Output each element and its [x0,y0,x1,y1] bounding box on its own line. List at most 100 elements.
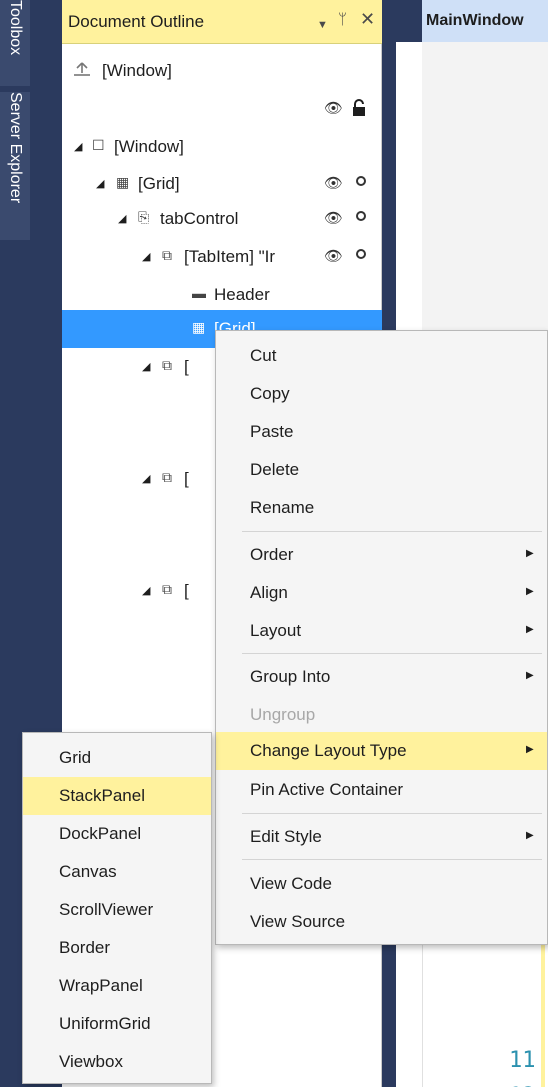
submenu-item-label: ScrollViewer [59,900,154,919]
outline-root-row[interactable]: [Window] [62,52,382,90]
eye-icon[interactable]: 👁 [324,99,343,117]
submenu-item-grid[interactable]: Grid [23,739,211,777]
menu-item-label: Cut [250,346,277,365]
submenu-item-label: DockPanel [59,824,142,843]
collapse-triangle-icon[interactable]: ◢ [74,140,82,153]
context-menu: Cut Copy Paste Delete Rename Order ▶ Alig… [215,330,548,945]
submenu-item-viewbox[interactable]: Viewbox [23,1043,211,1081]
menu-item-label: Paste [250,422,294,441]
document-outline-title: Document Outline [68,12,205,31]
submenu-item-dockpanel[interactable]: DockPanel [23,815,211,853]
document-outline-header: Document Outline ▼ ᛘ ✕ [62,0,382,44]
menu-item-view-code[interactable]: View Code [216,865,547,903]
submenu-item-label: WrapPanel [59,976,143,995]
pin-dot-icon[interactable] [356,211,366,221]
submenu-item-scrollviewer[interactable]: ScrollViewer [23,891,211,929]
toolbox-tab-label: Toolbox [7,0,24,56]
pin-dot-icon[interactable] [356,176,366,186]
submenu-item-label: Border [59,938,111,957]
menu-item-label: Align [250,583,288,602]
menu-item-group-into[interactable]: Group Into ▶ [216,658,547,696]
menu-item-change-layout-type[interactable]: Change Layout Type ▶ [216,732,547,770]
eye-icon[interactable]: 👁 [324,209,343,227]
menu-item-cut[interactable]: Cut [216,337,547,375]
menu-item-label: Edit Style [250,827,322,846]
tree-row-tabcontrol[interactable]: ◢ ⎘ tabControl 👁 [62,200,382,238]
menu-separator [242,653,542,654]
outline-visibility-row: 👁 [62,90,382,128]
submenu-arrow-icon: ▶ [526,670,534,681]
pin-dot-icon[interactable] [356,249,366,259]
menu-item-label: Rename [250,498,315,517]
collapse-triangle-icon[interactable]: ◢ [118,212,126,225]
menu-item-delete[interactable]: Delete [216,451,547,489]
property-icon: ▬ [192,285,206,301]
tree-row-window[interactable]: ◢ ☐ [Window] [62,128,382,166]
collapse-triangle-icon[interactable]: ◢ [142,472,150,485]
menu-item-edit-style[interactable]: Edit Style ▶ [216,818,547,856]
menu-item-pin-active-container[interactable]: Pin Active Container [216,771,547,809]
toolbox-tab[interactable]: Toolbox [0,0,30,86]
menu-item-label: View Source [250,912,346,931]
submenu-arrow-icon: ▶ [526,744,534,755]
server-explorer-tab[interactable]: Server Explorer [0,92,30,240]
tree-node-label: [ [184,357,189,376]
code-gutter: 10 11 12 [422,922,548,1087]
submenu-item-uniformgrid[interactable]: UniformGrid [23,1005,211,1043]
submenu-item-label: Viewbox [59,1052,123,1071]
tree-row-grid[interactable]: ◢ ▦ [Grid] 👁 [62,165,382,203]
menu-item-view-source[interactable]: View Source [216,903,547,941]
lock-icon[interactable] [352,99,366,120]
tree-node-label: [Grid] [138,174,180,193]
tab-item-icon: ⧉ [162,357,172,373]
server-explorer-tab-label: Server Explorer [7,92,24,204]
tab-item-icon: ⧉ [162,247,172,263]
window-icon: ☐ [92,137,105,153]
eye-icon[interactable]: 👁 [324,247,343,265]
editor-tab-label: MainWindow [426,12,524,29]
tree-row-header[interactable]: ▬ Header [62,276,382,314]
collapse-triangle-icon[interactable]: ◢ [142,250,150,263]
tree-node-label: Header [214,285,270,304]
panel-dropdown-icon[interactable]: ▼ [317,14,328,36]
collapse-triangle-icon[interactable]: ◢ [142,360,150,373]
menu-item-label: Copy [250,384,290,403]
submenu-item-wrappanel[interactable]: WrapPanel [23,967,211,1005]
menu-item-paste[interactable]: Paste [216,413,547,451]
tree-node-label: [Window] [114,137,184,156]
submenu-arrow-icon: ▶ [526,624,534,635]
change-layout-type-submenu: Grid StackPanel DockPanel Canvas ScrollV… [22,732,212,1084]
menu-separator [242,813,542,814]
close-icon[interactable]: ✕ [360,8,375,30]
menu-item-copy[interactable]: Copy [216,375,547,413]
tab-control-icon: ⎘ [138,209,150,225]
submenu-arrow-icon: ▶ [526,586,534,597]
menu-item-order[interactable]: Order ▶ [216,536,547,574]
menu-item-label: Layout [250,621,302,640]
menu-item-rename[interactable]: Rename [216,489,547,527]
menu-item-align[interactable]: Align ▶ [216,574,547,612]
line-number: 11 [509,1048,536,1073]
editor-tab-mainwindow[interactable]: MainWindow [422,0,548,42]
submenu-item-label: StackPanel [59,786,145,805]
submenu-arrow-icon: ▶ [526,830,534,841]
tree-node-label: [ [184,581,189,600]
submenu-arrow-icon: ▶ [526,548,534,559]
submenu-item-border[interactable]: Border [23,929,211,967]
tree-row-tabitem[interactable]: ◢ ⧉ [TabItem] "Ir 👁 [62,238,382,276]
menu-item-label: Delete [250,460,300,479]
grid-icon: ▦ [116,174,130,190]
submenu-item-label: UniformGrid [59,1014,151,1033]
menu-item-label: Change Layout Type [250,741,407,760]
submenu-item-canvas[interactable]: Canvas [23,853,211,891]
menu-item-label: Order [250,545,294,564]
tab-item-icon: ⧉ [162,469,172,485]
menu-item-layout[interactable]: Layout ▶ [216,612,547,650]
collapse-triangle-icon[interactable]: ◢ [142,584,150,597]
pin-icon[interactable]: ᛘ [338,9,347,31]
scope-up-icon[interactable] [72,61,92,80]
collapse-triangle-icon[interactable]: ◢ [96,177,104,190]
submenu-item-stackpanel[interactable]: StackPanel [23,777,211,815]
menu-item-label: View Code [250,874,332,893]
eye-icon[interactable]: 👁 [324,174,343,192]
